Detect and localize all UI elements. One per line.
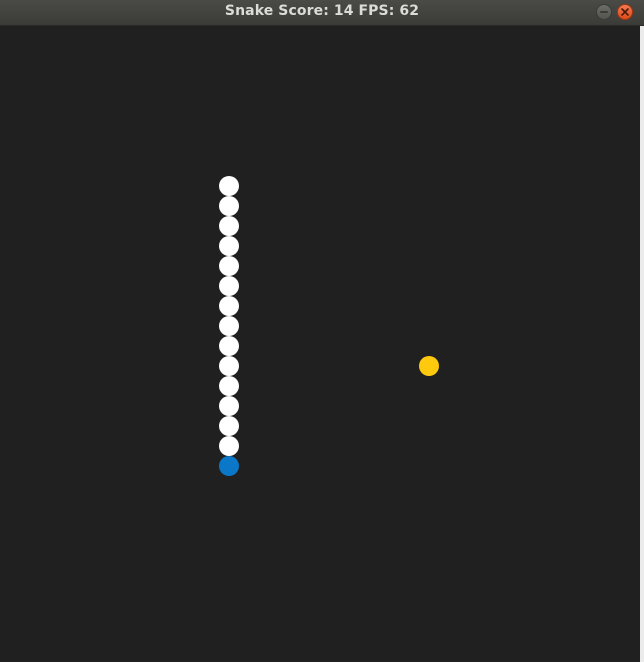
snake-body-segment: [219, 276, 239, 296]
snake-body-segment: [219, 216, 239, 236]
snake-body-segment: [219, 176, 239, 196]
minimize-button[interactable]: [596, 4, 612, 20]
snake-body-segment: [219, 236, 239, 256]
snake-body-segment: [219, 256, 239, 276]
snake-body-segment: [219, 416, 239, 436]
snake-body-segment: [219, 356, 239, 376]
snake-body-segment: [219, 296, 239, 316]
snake-body-segment: [219, 376, 239, 396]
snake-body-segment: [219, 336, 239, 356]
close-icon: [621, 8, 629, 16]
window-edge: [640, 26, 644, 662]
game-board[interactable]: [0, 26, 640, 662]
snake-body-segment: [219, 396, 239, 416]
title-bar[interactable]: Snake Score: 14 FPS: 62: [0, 0, 644, 26]
close-button[interactable]: [617, 4, 633, 20]
food-pellet: [419, 356, 439, 376]
game-window: Snake Score: 14 FPS: 62: [0, 0, 644, 662]
snake-body-segment: [219, 196, 239, 216]
snake-body-segment: [219, 316, 239, 336]
window-title: Snake Score: 14 FPS: 62: [224, 3, 420, 19]
snake-head: [219, 456, 239, 476]
snake-body-segment: [219, 436, 239, 456]
